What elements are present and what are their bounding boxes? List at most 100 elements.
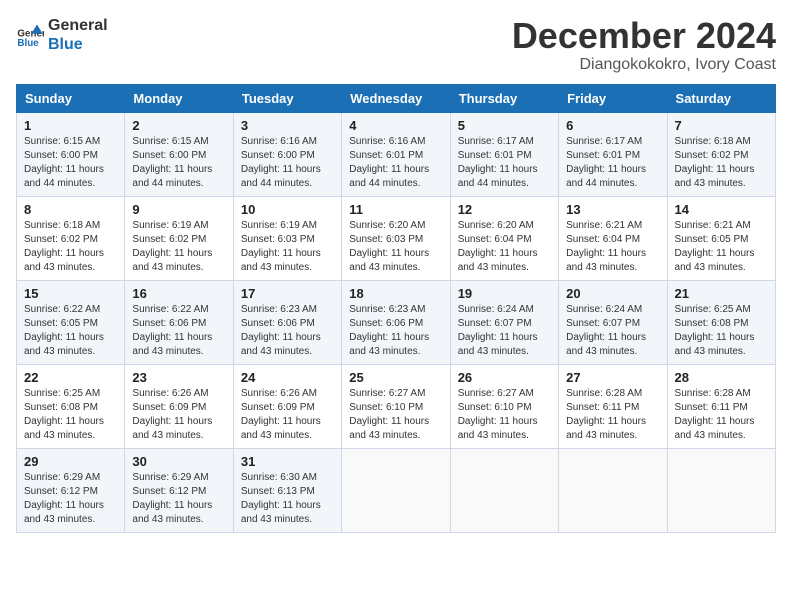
calendar-cell: 23 Sunrise: 6:26 AMSunset: 6:09 PMDayligh…	[125, 364, 233, 448]
calendar-cell: 21 Sunrise: 6:25 AMSunset: 6:08 PMDayligh…	[667, 280, 775, 364]
day-number: 10	[241, 202, 334, 217]
calendar-cell: 19 Sunrise: 6:24 AMSunset: 6:07 PMDayligh…	[450, 280, 558, 364]
page-header: General Blue General Blue December 2024 …	[16, 16, 776, 74]
cell-info: Sunrise: 6:16 AMSunset: 6:00 PMDaylight:…	[241, 136, 321, 189]
calendar-cell: 10 Sunrise: 6:19 AMSunset: 6:03 PMDayligh…	[233, 196, 341, 280]
cell-info: Sunrise: 6:19 AMSunset: 6:02 PMDaylight:…	[132, 220, 212, 273]
calendar-cell	[450, 448, 558, 532]
day-number: 15	[24, 286, 117, 301]
calendar-cell: 3 Sunrise: 6:16 AMSunset: 6:00 PMDaylight…	[233, 112, 341, 196]
cell-info: Sunrise: 6:29 AMSunset: 6:12 PMDaylight:…	[132, 472, 212, 525]
cell-info: Sunrise: 6:19 AMSunset: 6:03 PMDaylight:…	[241, 220, 321, 273]
header-thursday: Thursday	[450, 84, 558, 112]
day-number: 1	[24, 118, 117, 133]
calendar-cell: 7 Sunrise: 6:18 AMSunset: 6:02 PMDaylight…	[667, 112, 775, 196]
calendar-cell: 6 Sunrise: 6:17 AMSunset: 6:01 PMDaylight…	[559, 112, 667, 196]
day-number: 21	[675, 286, 768, 301]
day-number: 8	[24, 202, 117, 217]
day-number: 16	[132, 286, 225, 301]
svg-text:Blue: Blue	[17, 38, 39, 49]
calendar-cell: 2Sunrise: 6:15 AMSunset: 6:00 PMDaylight…	[125, 112, 233, 196]
calendar-cell: 26Sunrise: 6:27 AMSunset: 6:10 PMDayligh…	[450, 364, 558, 448]
cell-info: Sunrise: 6:20 AMSunset: 6:04 PMDaylight:…	[458, 220, 538, 273]
calendar-cell: 31 Sunrise: 6:30 AMSunset: 6:13 PMDayligh…	[233, 448, 341, 532]
day-number: 27	[566, 370, 659, 385]
cell-info: Sunrise: 6:22 AMSunset: 6:05 PMDaylight:…	[24, 304, 104, 357]
title-block: December 2024 Diangokokokro, Ivory Coast	[512, 16, 776, 74]
location: Diangokokokro, Ivory Coast	[512, 56, 776, 74]
day-number: 11	[349, 202, 442, 217]
week-row-4: 22 Sunrise: 6:25 AMSunset: 6:08 PMDayligh…	[17, 364, 776, 448]
cell-info: Sunrise: 6:21 AMSunset: 6:05 PMDaylight:…	[675, 220, 755, 273]
day-number: 19	[458, 286, 551, 301]
header-friday: Friday	[559, 84, 667, 112]
week-row-5: 29 Sunrise: 6:29 AMSunset: 6:12 PMDayligh…	[17, 448, 776, 532]
cell-info: Sunrise: 6:17 AMSunset: 6:01 PMDaylight:…	[458, 136, 538, 189]
cell-info: Sunrise: 6:24 AMSunset: 6:07 PMDaylight:…	[458, 304, 538, 357]
calendar-cell: 16Sunrise: 6:22 AMSunset: 6:06 PMDayligh…	[125, 280, 233, 364]
logo: General Blue General Blue	[16, 16, 108, 54]
calendar-body: 1 Sunrise: 6:15 AMSunset: 6:00 PMDaylight…	[17, 112, 776, 532]
day-number: 18	[349, 286, 442, 301]
cell-info: Sunrise: 6:25 AMSunset: 6:08 PMDaylight:…	[675, 304, 755, 357]
cell-info: Sunrise: 6:26 AMSunset: 6:09 PMDaylight:…	[132, 388, 212, 441]
cell-info: Sunrise: 6:15 AMSunset: 6:00 PMDaylight:…	[24, 136, 104, 189]
calendar-header: SundayMondayTuesdayWednesdayThursdayFrid…	[17, 84, 776, 112]
day-number: 30	[132, 454, 225, 469]
calendar-cell: 12Sunrise: 6:20 AMSunset: 6:04 PMDayligh…	[450, 196, 558, 280]
month-title: December 2024	[512, 16, 776, 56]
calendar-cell: 20Sunrise: 6:24 AMSunset: 6:07 PMDayligh…	[559, 280, 667, 364]
calendar-cell: 24Sunrise: 6:26 AMSunset: 6:09 PMDayligh…	[233, 364, 341, 448]
header-row: SundayMondayTuesdayWednesdayThursdayFrid…	[17, 84, 776, 112]
day-number: 9	[132, 202, 225, 217]
cell-info: Sunrise: 6:29 AMSunset: 6:12 PMDaylight:…	[24, 472, 104, 525]
calendar-cell: 18 Sunrise: 6:23 AMSunset: 6:06 PMDayligh…	[342, 280, 450, 364]
calendar-cell: 13Sunrise: 6:21 AMSunset: 6:04 PMDayligh…	[559, 196, 667, 280]
header-sunday: Sunday	[17, 84, 125, 112]
cell-info: Sunrise: 6:23 AMSunset: 6:06 PMDaylight:…	[349, 304, 429, 357]
calendar-cell	[342, 448, 450, 532]
cell-info: Sunrise: 6:28 AMSunset: 6:11 PMDaylight:…	[675, 388, 755, 441]
day-number: 7	[675, 118, 768, 133]
cell-info: Sunrise: 6:18 AMSunset: 6:02 PMDaylight:…	[24, 220, 104, 273]
week-row-1: 1 Sunrise: 6:15 AMSunset: 6:00 PMDaylight…	[17, 112, 776, 196]
day-number: 23	[132, 370, 225, 385]
cell-info: Sunrise: 6:25 AMSunset: 6:08 PMDaylight:…	[24, 388, 104, 441]
day-number: 31	[241, 454, 334, 469]
day-number: 4	[349, 118, 442, 133]
logo-text-blue: Blue	[48, 35, 108, 54]
header-saturday: Saturday	[667, 84, 775, 112]
calendar-cell: 4 Sunrise: 6:16 AMSunset: 6:01 PMDaylight…	[342, 112, 450, 196]
day-number: 22	[24, 370, 117, 385]
calendar-cell: 17Sunrise: 6:23 AMSunset: 6:06 PMDayligh…	[233, 280, 341, 364]
header-wednesday: Wednesday	[342, 84, 450, 112]
cell-info: Sunrise: 6:24 AMSunset: 6:07 PMDaylight:…	[566, 304, 646, 357]
cell-info: Sunrise: 6:20 AMSunset: 6:03 PMDaylight:…	[349, 220, 429, 273]
cell-info: Sunrise: 6:17 AMSunset: 6:01 PMDaylight:…	[566, 136, 646, 189]
cell-info: Sunrise: 6:27 AMSunset: 6:10 PMDaylight:…	[349, 388, 429, 441]
header-monday: Monday	[125, 84, 233, 112]
calendar-cell: 5 Sunrise: 6:17 AMSunset: 6:01 PMDaylight…	[450, 112, 558, 196]
cell-info: Sunrise: 6:28 AMSunset: 6:11 PMDaylight:…	[566, 388, 646, 441]
calendar-cell: 30 Sunrise: 6:29 AMSunset: 6:12 PMDayligh…	[125, 448, 233, 532]
calendar-cell: 29 Sunrise: 6:29 AMSunset: 6:12 PMDayligh…	[17, 448, 125, 532]
cell-info: Sunrise: 6:30 AMSunset: 6:13 PMDaylight:…	[241, 472, 321, 525]
day-number: 29	[24, 454, 117, 469]
calendar-cell: 15 Sunrise: 6:22 AMSunset: 6:05 PMDayligh…	[17, 280, 125, 364]
calendar-cell: 14Sunrise: 6:21 AMSunset: 6:05 PMDayligh…	[667, 196, 775, 280]
week-row-2: 8 Sunrise: 6:18 AMSunset: 6:02 PMDaylight…	[17, 196, 776, 280]
logo-text-general: General	[48, 16, 108, 35]
header-tuesday: Tuesday	[233, 84, 341, 112]
day-number: 26	[458, 370, 551, 385]
day-number: 17	[241, 286, 334, 301]
cell-info: Sunrise: 6:18 AMSunset: 6:02 PMDaylight:…	[675, 136, 755, 189]
calendar-table: SundayMondayTuesdayWednesdayThursdayFrid…	[16, 84, 776, 533]
day-number: 5	[458, 118, 551, 133]
calendar-cell	[667, 448, 775, 532]
day-number: 3	[241, 118, 334, 133]
cell-info: Sunrise: 6:26 AMSunset: 6:09 PMDaylight:…	[241, 388, 321, 441]
calendar-cell: 25Sunrise: 6:27 AMSunset: 6:10 PMDayligh…	[342, 364, 450, 448]
day-number: 6	[566, 118, 659, 133]
calendar-cell	[559, 448, 667, 532]
cell-info: Sunrise: 6:16 AMSunset: 6:01 PMDaylight:…	[349, 136, 429, 189]
